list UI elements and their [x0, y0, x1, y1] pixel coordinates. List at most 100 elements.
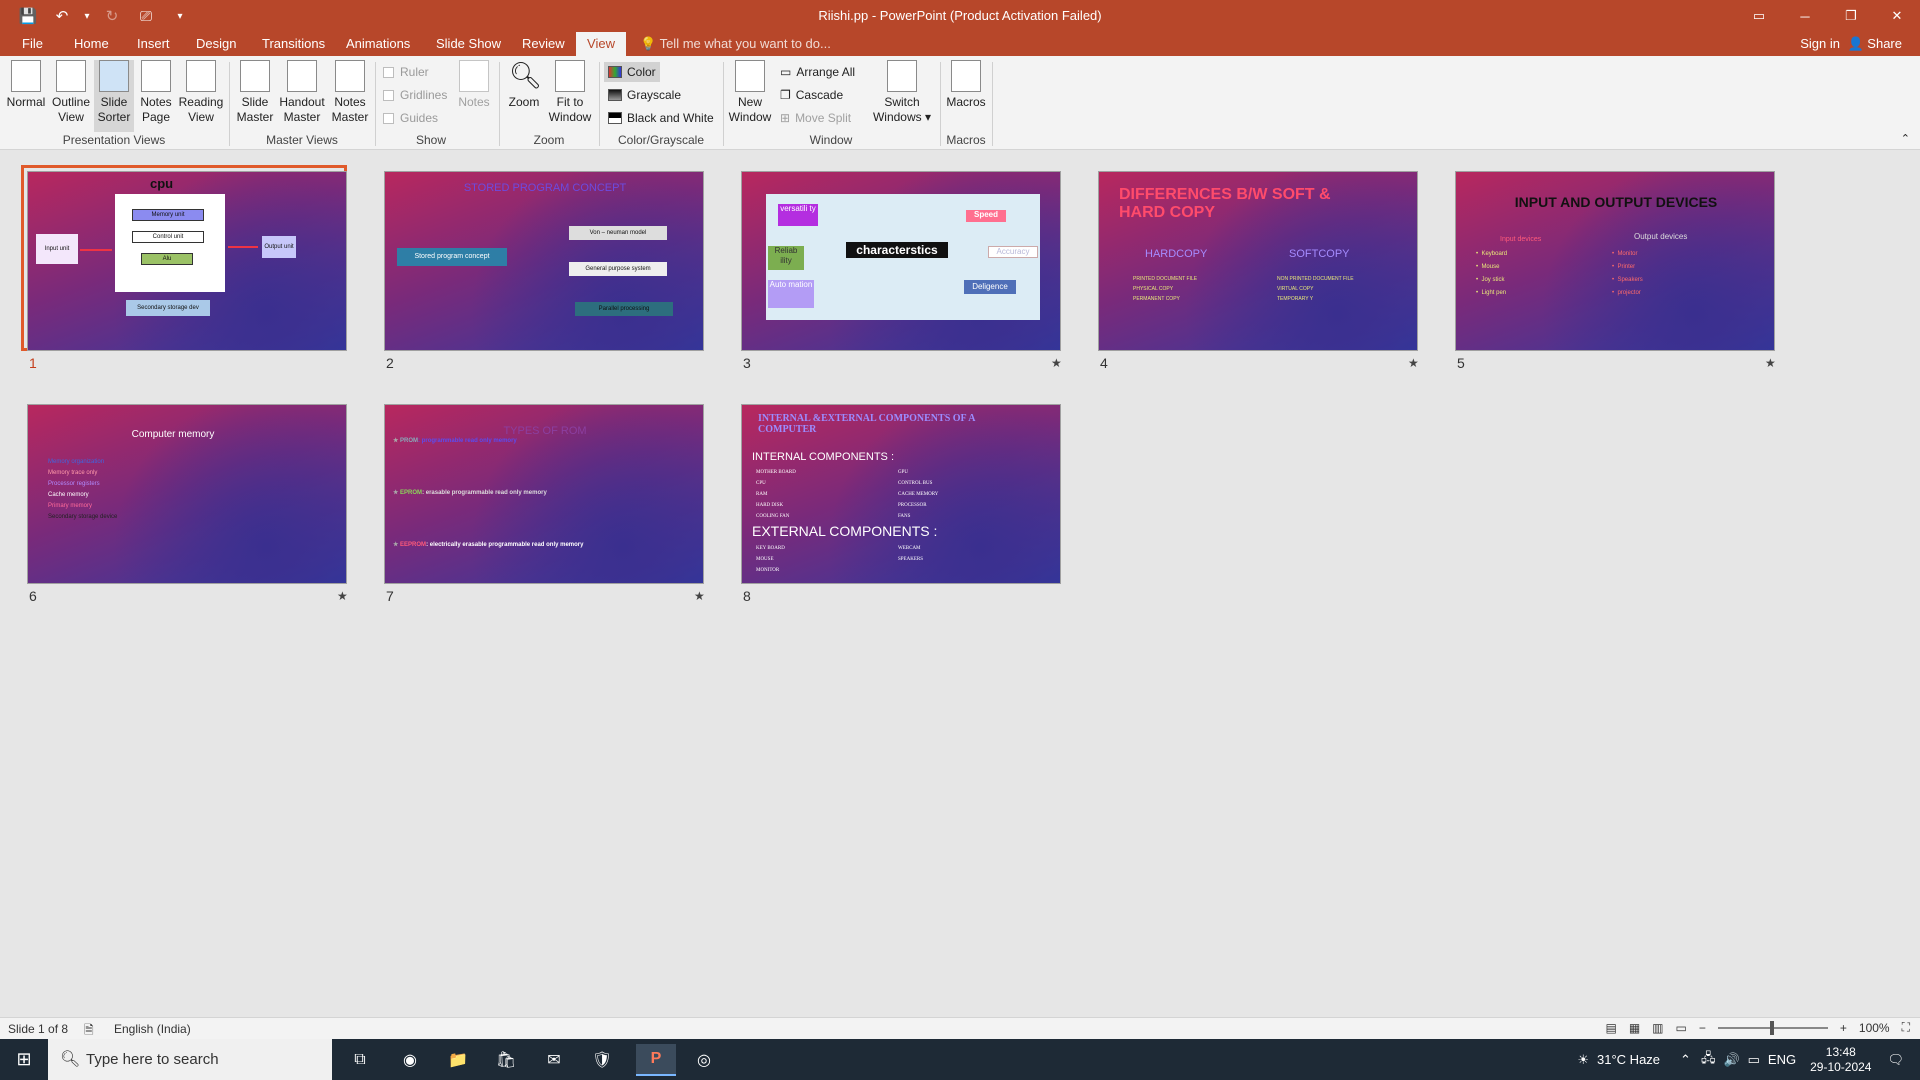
new-window-icon	[735, 60, 765, 92]
network-icon[interactable]: 🖧	[1701, 1049, 1716, 1071]
tab-file[interactable]: File	[14, 32, 51, 56]
zoom-level[interactable]: 100%	[1859, 1021, 1890, 1035]
notifications-icon[interactable]: 🗨	[1887, 1052, 1904, 1068]
tab-slide-show[interactable]: Slide Show	[428, 32, 509, 56]
new-window-button[interactable]: New Window	[727, 60, 773, 125]
secondary-storage-box: Secondary storage dev	[126, 300, 210, 316]
collapse-ribbon-icon[interactable]: ⌃	[1901, 132, 1910, 145]
zoom-label: Zoom	[508, 95, 540, 109]
close-icon[interactable]: ✕	[1874, 0, 1920, 32]
reading-view-button[interactable]: Reading View	[177, 60, 225, 125]
rom-desc: : electrically erasable programmable rea…	[426, 542, 584, 548]
zoom-button[interactable]: 🔍︎ Zoom	[505, 60, 543, 110]
magnifier-icon: 🔍︎	[509, 60, 543, 90]
input-language[interactable]: ENG	[1768, 1052, 1796, 1067]
slide-thumbnail-2[interactable]: STORED PROGRAM CONCEPT Stored program co…	[380, 167, 704, 351]
outline-view-icon	[56, 60, 86, 92]
tab-design[interactable]: Design	[188, 32, 244, 56]
normal-view-status-icon[interactable]: ▤	[1605, 1021, 1616, 1035]
cascade-button[interactable]: ❐ Cascade	[776, 85, 847, 105]
slide-thumbnail-3[interactable]: characterstics versatili ty Speed Reliab…	[737, 167, 1061, 351]
slideshow-status-icon[interactable]: ▭	[1676, 1021, 1687, 1035]
zoom-slider[interactable]	[1717, 1020, 1828, 1035]
show-hidden-icons-icon[interactable]: ⌃	[1680, 1052, 1691, 1068]
move-split-button[interactable]: ⊞ Move Split	[776, 108, 855, 128]
security-shield-icon[interactable]: 🛡	[582, 1044, 622, 1076]
slide-thumbnail-8[interactable]: INTERNAL &EXTERNAL COMPONENTS OF A COMPU…	[737, 400, 1061, 584]
restore-icon[interactable]: ❐	[1828, 0, 1874, 32]
notes-master-button[interactable]: Notes Master	[328, 60, 372, 125]
slide-4-canvas: DIFFERENCES B/W SOFT & HARD COPY HARDCOP…	[1098, 171, 1418, 351]
clock[interactable]: 13:48 29-10-2024	[1810, 1045, 1871, 1075]
microsoft-store-icon[interactable]: 🛍	[486, 1044, 526, 1076]
weather-icon[interactable]: ☀	[1577, 1052, 1589, 1068]
color-button[interactable]: Color	[604, 62, 660, 82]
minimize-icon[interactable]: ─	[1782, 0, 1828, 32]
edge-browser-icon[interactable]: ◉	[390, 1044, 430, 1076]
windows-start-icon[interactable]: ⊞	[0, 1039, 48, 1080]
tab-insert[interactable]: Insert	[129, 32, 178, 56]
slide-thumbnail-6[interactable]: Computer memory Memory organization Memo…	[23, 400, 347, 584]
handout-label-2: Master	[283, 110, 321, 124]
grayscale-button[interactable]: Grayscale	[604, 85, 685, 105]
slide-sorter-status-icon[interactable]: ▦	[1629, 1021, 1640, 1035]
powerpoint-icon[interactable]: P	[636, 1044, 676, 1076]
switch-label-2: Windows ▾	[872, 110, 932, 124]
switch-windows-button[interactable]: Switch Windows ▾	[870, 60, 934, 125]
black-white-button[interactable]: Black and White	[604, 108, 718, 128]
zoom-group-label: Zoom	[533, 133, 565, 147]
window-group-label: Window	[809, 133, 853, 147]
reading-view-status-icon[interactable]: ▥	[1652, 1021, 1663, 1035]
tell-me-search[interactable]: 💡 Tell me what you want to do...	[640, 32, 831, 56]
zoom-slider-knob[interactable]	[1769, 1020, 1774, 1035]
language-indicator[interactable]: English (India)	[114, 1022, 191, 1036]
guides-checkbox[interactable]: Guides	[383, 111, 438, 125]
slide-thumbnail-4[interactable]: DIFFERENCES B/W SOFT & HARD COPY HARDCOP…	[1094, 167, 1418, 351]
volume-icon[interactable]: 🔊	[1723, 1052, 1739, 1068]
handout-master-button[interactable]: Handout Master	[277, 60, 327, 125]
tab-review[interactable]: Review	[514, 32, 573, 56]
slide-thumbnail-5[interactable]: INPUT AND OUTPUT DEVICES Input devices O…	[1451, 167, 1775, 351]
tab-animations[interactable]: Animations	[338, 32, 418, 56]
fit-to-window-button[interactable]: Fit to Window	[546, 60, 594, 125]
mail-icon[interactable]: ✉	[534, 1044, 574, 1076]
tab-transitions[interactable]: Transitions	[254, 32, 333, 56]
notes-page-button[interactable]: Notes Page	[136, 60, 176, 125]
arrange-all-button[interactable]: ▭ Arrange All	[776, 62, 859, 82]
slide-thumbnail-1[interactable]: cpu Memory unit Control unit Alu Input u…	[21, 165, 347, 351]
slide-sorter-button[interactable]: Slide Sorter	[94, 60, 134, 132]
zoom-out-icon[interactable]: −	[1699, 1021, 1706, 1035]
macros-button[interactable]: Macros	[944, 60, 988, 110]
file-explorer-icon[interactable]: 📁	[438, 1044, 478, 1076]
ruler-checkbox[interactable]: Ruler	[383, 65, 429, 79]
sorter-label-1: Slide	[100, 95, 128, 109]
taskbar-search-box[interactable]: 🔍︎ Type here to search	[48, 1039, 332, 1080]
parallel-processing-box: Parallel processing	[575, 302, 673, 316]
fit-slide-icon[interactable]: ⛶	[1902, 1020, 1910, 1035]
tab-home[interactable]: Home	[66, 32, 117, 56]
gridlines-checkbox[interactable]: Gridlines	[383, 88, 447, 102]
chrome-browser-icon[interactable]: ◎	[684, 1044, 724, 1076]
list-item: COOLING FAN	[756, 514, 790, 519]
sign-in-link[interactable]: Sign in	[1800, 32, 1840, 56]
slide-counter: Slide 1 of 8	[8, 1022, 69, 1036]
notes-button[interactable]: Notes	[454, 60, 494, 110]
slide-title: INPUT AND OUTPUT DEVICES	[1514, 194, 1718, 210]
normal-view-button[interactable]: Normal	[4, 60, 48, 110]
share-button[interactable]: 👤 Share	[1847, 32, 1902, 56]
tab-view[interactable]: View	[576, 32, 626, 56]
new-window-label-2: Window	[728, 110, 772, 124]
outline-view-button[interactable]: Outline View	[49, 60, 93, 125]
display-icon[interactable]: ▭	[1748, 1052, 1760, 1068]
switch-windows-icon	[887, 60, 917, 92]
slide-title: cpu	[150, 176, 174, 191]
slide-thumbnail-7[interactable]: TYPES OF ROM ★ PROM: programmable read o…	[380, 400, 704, 584]
slide-master-button[interactable]: Slide Master	[234, 60, 276, 125]
slide-master-icon	[240, 60, 270, 92]
task-view-icon[interactable]: ⧉	[340, 1044, 380, 1076]
ribbon-display-options-icon[interactable]: ▭	[1736, 0, 1782, 32]
zoom-in-icon[interactable]: +	[1840, 1021, 1847, 1035]
weather-text[interactable]: 31°C Haze	[1597, 1052, 1660, 1067]
slide-master-label-2: Master	[236, 110, 274, 124]
fit-label-2: Window	[548, 110, 592, 124]
